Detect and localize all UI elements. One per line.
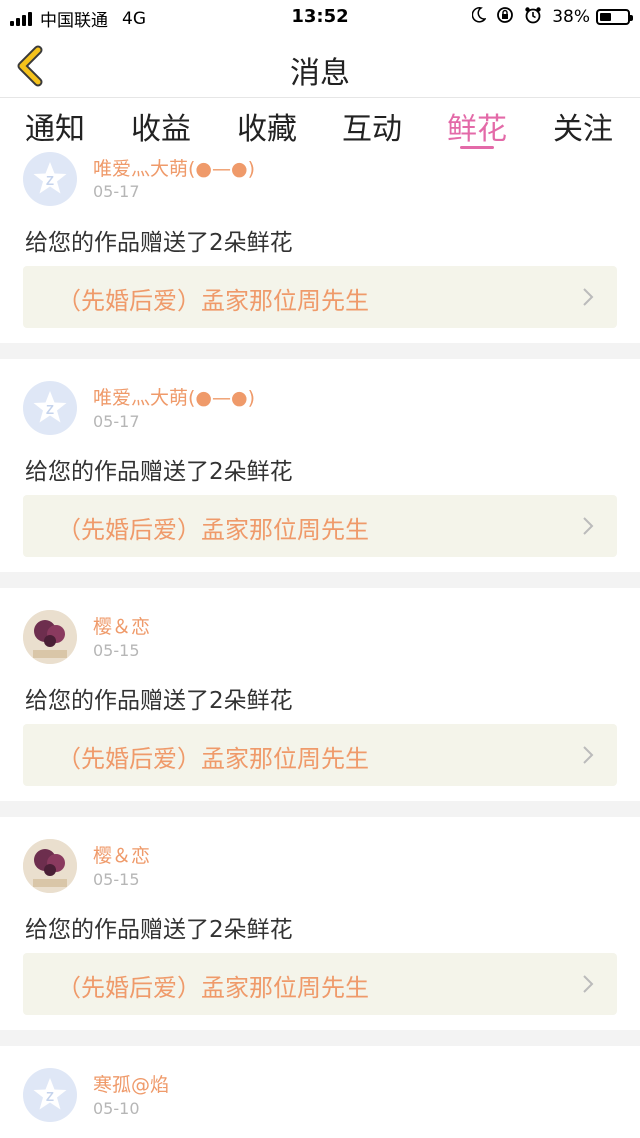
work-link[interactable]: （先婚后爱）孟家那位周先生 [23, 266, 617, 328]
message-date: 05-17 [93, 182, 140, 201]
work-title: （先婚后爱）孟家那位周先生 [57, 287, 369, 315]
message-date: 05-15 [93, 641, 140, 660]
message-card: 樱＆恋 05-15 给您的作品赠送了2朵鲜花 （先婚后爱）孟家那位周先生 [0, 817, 640, 1030]
chevron-right-icon [583, 975, 594, 993]
rotation-lock-icon [496, 6, 514, 28]
work-title: （先婚后爱）孟家那位周先生 [57, 745, 369, 773]
message-card: Z 寒孤@焰 05-10 [0, 1046, 640, 1138]
message-text: 给您的作品赠送了2朵鲜花 [25, 459, 293, 485]
screen: 中国联通 4G 13:52 38% 消息 通知 收益 收藏 互动 鲜花 关注 Z… [0, 0, 640, 1138]
sender-name[interactable]: 寒孤@焰 [93, 1070, 169, 1097]
alarm-icon [524, 6, 542, 28]
divider [0, 1030, 640, 1046]
photo-avatar[interactable] [23, 839, 77, 893]
photo-avatar[interactable] [23, 610, 77, 664]
status-bar: 中国联通 4G 13:52 38% [0, 0, 640, 34]
nav-bar: 消息 [0, 34, 640, 98]
divider [0, 343, 640, 359]
default-avatar-icon[interactable]: Z [23, 152, 77, 206]
divider [0, 801, 640, 817]
chevron-right-icon [583, 517, 594, 535]
tab-following[interactable]: 关注 [533, 104, 633, 148]
tab-flowers[interactable]: 鲜花 [427, 104, 527, 148]
sender-name[interactable]: 樱＆恋 [93, 612, 150, 639]
battery-percentage: 38% [552, 7, 590, 27]
message-date: 05-10 [93, 1099, 140, 1118]
tab-notice[interactable]: 通知 [5, 104, 105, 148]
chevron-right-icon [583, 288, 594, 306]
svg-text:Z: Z [46, 1089, 54, 1104]
chevron-right-icon [583, 746, 594, 764]
message-text: 给您的作品赠送了2朵鲜花 [25, 230, 293, 256]
message-card: 樱＆恋 05-15 给您的作品赠送了2朵鲜花 （先婚后爱）孟家那位周先生 [0, 588, 640, 801]
tab-interactions[interactable]: 互动 [322, 104, 422, 148]
active-tab-indicator [460, 146, 494, 149]
work-link[interactable]: （先婚后爱）孟家那位周先生 [23, 495, 617, 557]
message-list: Z 唯爱灬大萌(●—●) 05-17 给您的作品赠送了2朵鲜花 （先婚后爱）孟家… [0, 150, 640, 1138]
message-card: Z 唯爱灬大萌(●—●) 05-17 给您的作品赠送了2朵鲜花 （先婚后爱）孟家… [0, 150, 640, 343]
work-title: （先婚后爱）孟家那位周先生 [57, 516, 369, 544]
status-right: 38% [471, 6, 633, 28]
moon-icon [471, 7, 487, 27]
battery-icon [596, 9, 633, 25]
divider [0, 572, 640, 588]
tab-earnings[interactable]: 收益 [111, 104, 211, 148]
page-title: 消息 [290, 56, 350, 91]
tab-favorites[interactable]: 收藏 [217, 104, 317, 148]
message-card: Z 唯爱灬大萌(●—●) 05-17 给您的作品赠送了2朵鲜花 （先婚后爱）孟家… [0, 359, 640, 572]
work-link[interactable]: （先婚后爱）孟家那位周先生 [23, 724, 617, 786]
message-text: 给您的作品赠送了2朵鲜花 [25, 917, 293, 943]
work-title: （先婚后爱）孟家那位周先生 [57, 974, 369, 1002]
default-avatar-icon[interactable]: Z [23, 381, 77, 435]
tab-bar: 通知 收益 收藏 互动 鲜花 关注 [0, 98, 640, 154]
message-date: 05-17 [93, 412, 140, 431]
sender-name[interactable]: 樱＆恋 [93, 841, 150, 868]
message-text: 给您的作品赠送了2朵鲜花 [25, 688, 293, 714]
sender-name[interactable]: 唯爱灬大萌(●—●) [93, 154, 255, 181]
default-avatar-icon[interactable]: Z [23, 1068, 77, 1122]
work-link[interactable]: （先婚后爱）孟家那位周先生 [23, 953, 617, 1015]
message-date: 05-15 [93, 870, 140, 889]
svg-text:Z: Z [46, 402, 54, 417]
svg-text:Z: Z [46, 173, 54, 188]
sender-name[interactable]: 唯爱灬大萌(●—●) [93, 383, 255, 410]
